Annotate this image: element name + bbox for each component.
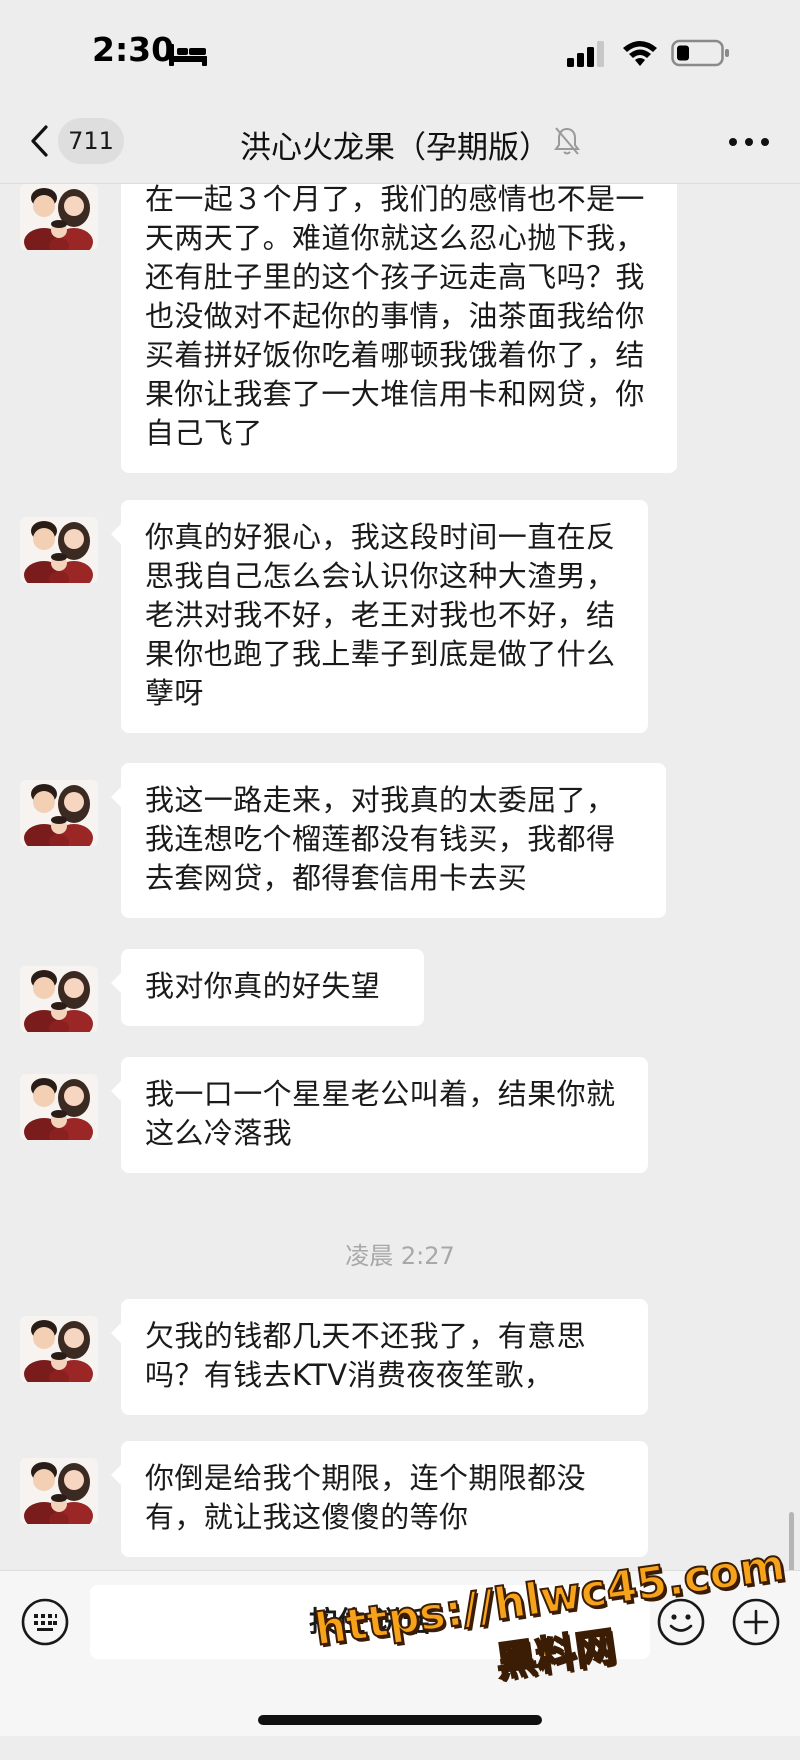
message-bubble[interactable]: 我对你真的好失望 — [111, 949, 424, 1026]
home-indicator[interactable] — [258, 1715, 542, 1725]
message-bubble[interactable]: 我一口一个星星老公叫着，结果你就这么冷落我 — [111, 1057, 648, 1173]
keyboard-icon[interactable] — [20, 1597, 70, 1647]
message-bubble[interactable]: 你真的好狠心，我这段时间一直在反思我自己怎么会认识你这种大渣男，老洪对我不好，老… — [111, 500, 648, 733]
unread-count-badge: 711 — [58, 118, 124, 164]
emoji-icon[interactable] — [656, 1597, 706, 1647]
wifi-icon — [623, 41, 657, 66]
message-bubble[interactable]: 你倒是给我个期限，连个期限都没有，就让我这傻傻的等你 — [111, 1441, 648, 1557]
plus-icon[interactable] — [731, 1597, 781, 1647]
scrollbar-thumb[interactable] — [789, 1512, 794, 1570]
message-bubble[interactable]: 欠我的钱都几天不还我了，有意思吗？有钱去KTV消费夜夜笙歌， — [111, 1299, 648, 1415]
more-dots-icon[interactable] — [722, 120, 776, 164]
status-time: 2:30 — [92, 30, 175, 69]
contact-avatar[interactable] — [20, 1458, 98, 1524]
message-bubble[interactable]: 我这一路走来，对我真的太委屈了，我连想吃个榴莲都没有钱买，我都得去套网贷，都得套… — [111, 763, 666, 918]
bed-icon — [169, 44, 207, 66]
battery-icon — [671, 39, 729, 67]
chevron-left-icon — [31, 125, 48, 157]
chat-header: 711 洪心火龙果（孕期版） — [0, 100, 800, 184]
signal-icon — [567, 41, 604, 67]
input-bar: 按住 说话 — [0, 1570, 800, 1736]
message-bubble[interactable]: 在一起３个月了，我们的感情也不是一天两天了。难道你就这么忍心抛下我，还有肚子里的… — [121, 184, 677, 473]
contact-avatar[interactable] — [20, 966, 98, 1032]
time-divider: 凌晨 2:27 — [345, 1242, 455, 1270]
status-bar: 2:30 — [0, 0, 800, 100]
mute-bell-icon — [554, 127, 580, 155]
back-button[interactable]: 711 — [22, 114, 132, 168]
hold-to-talk-button[interactable]: 按住 说话 — [90, 1585, 650, 1659]
contact-avatar[interactable] — [20, 1316, 98, 1382]
contact-avatar[interactable] — [20, 184, 98, 250]
message-list[interactable]: 在一起３个月了，我们的感情也不是一天两天了。难道你就这么忍心抛下我，还有肚子里的… — [0, 184, 800, 1570]
contact-avatar[interactable] — [20, 780, 98, 846]
chat-title: 洪心火龙果（孕期版） — [240, 130, 550, 166]
contact-avatar[interactable] — [20, 1074, 98, 1140]
contact-avatar[interactable] — [20, 517, 98, 583]
